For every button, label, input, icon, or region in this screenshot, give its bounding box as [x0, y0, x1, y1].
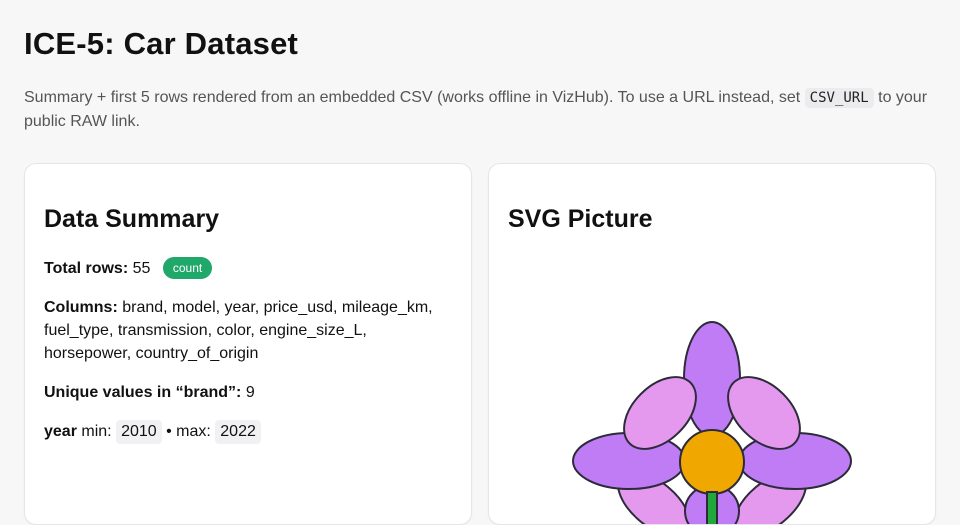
- unique-values-label: Unique values in “brand”:: [44, 384, 242, 401]
- intro-text-before: Summary + first 5 rows rendered from an …: [24, 89, 805, 106]
- page-intro: Summary + first 5 rows rendered from an …: [24, 86, 939, 134]
- columns-line: Columns: brand, model, year, price_usd, …: [44, 296, 454, 365]
- count-badge: count: [162, 257, 213, 279]
- flower-illustration: [572, 321, 852, 524]
- csv-url-code: CSV_URL: [804, 88, 874, 108]
- unique-values-value: 9: [245, 384, 255, 401]
- data-summary-card: Data Summary Total rows: 55 count Column…: [24, 163, 472, 525]
- total-rows-line: Total rows: 55 count: [44, 257, 454, 280]
- columns-label: Columns:: [44, 299, 118, 316]
- page-title: ICE-5: Car Dataset: [24, 26, 299, 61]
- data-summary-heading: Data Summary: [44, 205, 220, 233]
- year-min-label: min:: [81, 423, 112, 440]
- summary-body: Total rows: 55 count Columns: brand, mod…: [44, 257, 454, 460]
- year-min-value: 2010: [116, 420, 162, 444]
- year-range-line: year min: 2010 • max: 2022: [44, 420, 454, 444]
- total-rows-value: 55: [132, 260, 151, 277]
- year-max-label: • max:: [166, 423, 211, 440]
- svg-picture-card: SVG Picture: [488, 163, 936, 525]
- flower-petal-top: [683, 321, 741, 437]
- year-max-value: 2022: [215, 420, 261, 444]
- flower-stem: [706, 491, 718, 524]
- unique-values-line: Unique values in “brand”: 9: [44, 381, 454, 404]
- total-rows-label: Total rows:: [44, 260, 129, 277]
- flower-center: [679, 429, 745, 495]
- year-label: year: [44, 423, 77, 440]
